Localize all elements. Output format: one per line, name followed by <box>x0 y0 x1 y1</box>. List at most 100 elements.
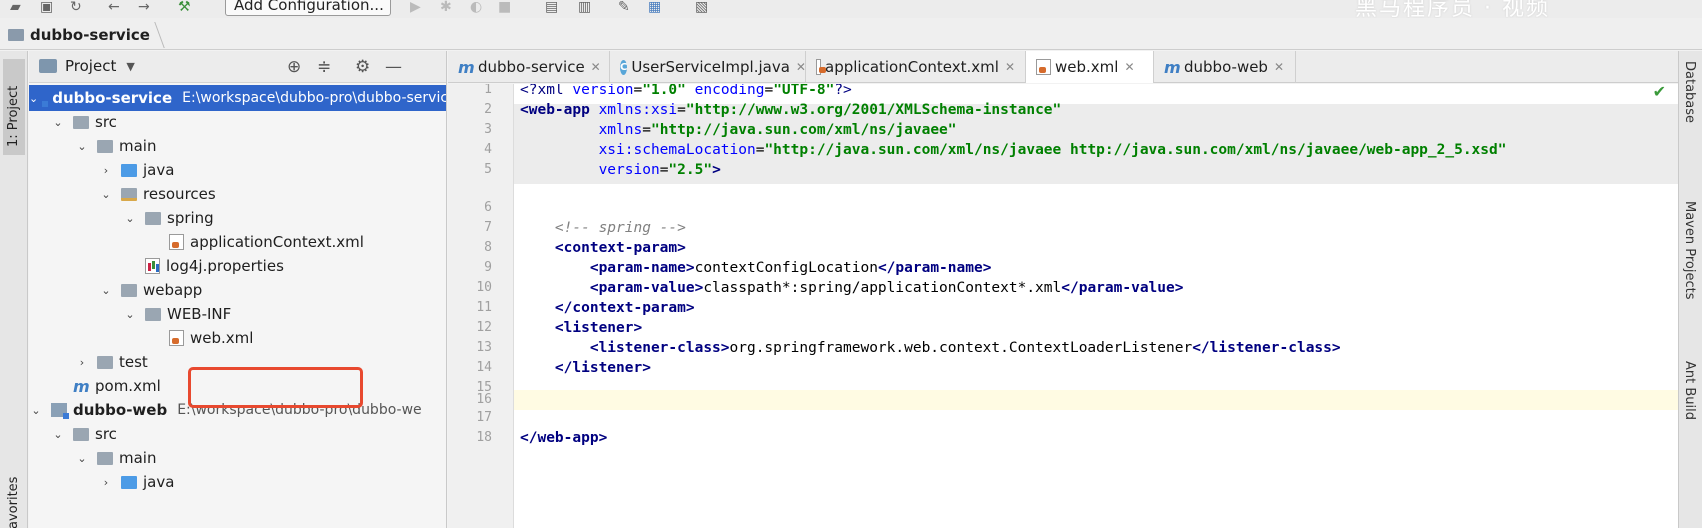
folder-icon <box>145 307 161 321</box>
vcs-icon[interactable]: ▦ <box>648 0 661 14</box>
tab-applicationcontext-xml[interactable]: applicationContext.xml ✕ <box>806 51 1026 83</box>
project-panel: Project ▼ ⊕ ≑ ⚙ — ⌄ dubbo-service E:\wor… <box>29 51 447 528</box>
tree-item-resources[interactable]: ⌄ resources <box>29 181 446 207</box>
chevron-right-icon[interactable]: › <box>99 476 113 489</box>
project-panel-title: Project <box>65 57 117 75</box>
chevron-down-icon[interactable]: ⌄ <box>123 308 137 321</box>
code-editor[interactable]: 1 2 3 4 5 6 7 8 9 10 11 12 13 14 15 16 1… <box>448 84 1678 528</box>
tree-item-web-xml[interactable]: web.xml <box>29 325 446 351</box>
tree-item-web-inf[interactable]: ⌄ WEB-INF <box>29 301 446 327</box>
collapse-all-icon[interactable]: ≑ <box>317 57 331 77</box>
breadcrumb-project[interactable]: dubbo-service <box>8 24 150 46</box>
tab-label: applicationContext.xml <box>825 58 999 76</box>
code-line-18: </web-app> <box>520 430 608 446</box>
chevron-down-icon[interactable]: ⌄ <box>75 140 89 153</box>
add-configuration-button[interactable]: Add Configuration... <box>225 0 391 16</box>
chevron-down-icon[interactable]: ⌄ <box>51 428 65 441</box>
close-icon[interactable]: ✕ <box>591 60 601 74</box>
line-number: 18 <box>476 430 492 445</box>
chevron-down-icon: ▼ <box>126 59 135 73</box>
tree-item-spring[interactable]: ⌄ spring <box>29 205 446 231</box>
run-icon[interactable]: ▶ <box>410 0 421 14</box>
tab-userserviceimpl-java[interactable]: C UserServiceImpl.java ✕ <box>610 51 806 83</box>
tree-item-main[interactable]: ⌄ main <box>29 445 446 471</box>
coverage-icon[interactable]: ◐ <box>470 0 482 14</box>
tab-dubbo-service[interactable]: m dubbo-service ✕ <box>448 51 610 83</box>
xml-file-icon <box>816 59 826 75</box>
line-number: 2 <box>484 102 492 117</box>
resources-folder-icon <box>121 187 137 201</box>
database-tool-tab[interactable]: Database <box>1682 61 1697 123</box>
tree-item-label: main <box>119 137 157 155</box>
breadcrumb: dubbo-service <box>0 18 1702 50</box>
tab-web-xml[interactable]: web.xml ✕ <box>1026 51 1154 83</box>
terminal-icon[interactable]: ▧ <box>695 0 708 14</box>
tree-item-src[interactable]: ⌄ src <box>29 421 446 447</box>
tab-dubbo-web[interactable]: m dubbo-web ✕ <box>1154 51 1296 83</box>
wrench-icon[interactable]: ✎ <box>618 0 630 14</box>
close-icon[interactable]: ✕ <box>1124 60 1134 74</box>
editor-tabs: m dubbo-service ✕ C UserServiceImpl.java… <box>448 51 1702 83</box>
back-icon[interactable]: ← <box>108 0 120 14</box>
favorites-tool-tab[interactable]: avorites <box>6 477 21 528</box>
code-line-8: <!-- spring --> <box>520 220 686 236</box>
forward-icon[interactable]: → <box>138 0 150 14</box>
chevron-down-icon[interactable]: ⌄ <box>99 188 113 201</box>
project-structure-icon[interactable]: ▤ <box>545 0 558 14</box>
tree-item-dubbo-service[interactable]: ⌄ dubbo-service E:\workspace\dubbo-pro\d… <box>29 85 446 111</box>
project-panel-header: Project ▼ ⊕ ≑ ⚙ — <box>29 51 446 83</box>
chevron-down-icon[interactable]: ⌄ <box>29 92 38 105</box>
sdk-icon[interactable]: ▥ <box>578 0 591 14</box>
open-folder-icon[interactable]: ▰ <box>10 0 21 14</box>
watermark: 黑马程序员 · 视频 <box>1355 0 1550 18</box>
inspection-ok-icon[interactable]: ✔ <box>1653 84 1666 101</box>
chevron-down-icon[interactable]: ⌄ <box>29 404 43 417</box>
close-icon[interactable]: ✕ <box>1274 60 1284 74</box>
tree-item-log4j-properties[interactable]: log4j.properties <box>29 253 446 279</box>
chevron-down-icon[interactable]: ⌄ <box>123 212 137 225</box>
main-toolbar: ▰ ▣ ↻ ← → ⚒ Add Configuration... ▶ ✱ ◐ ■… <box>0 0 1702 18</box>
close-icon[interactable]: ✕ <box>796 60 806 74</box>
tree-item-java[interactable]: › java <box>29 469 446 495</box>
maven-icon: m <box>73 376 90 396</box>
hide-panel-icon[interactable]: — <box>385 57 402 77</box>
chevron-down-icon[interactable]: ⌄ <box>75 452 89 465</box>
chevron-right-icon[interactable]: › <box>99 164 113 177</box>
left-tool-strip: 1: Project avorites <box>0 51 28 528</box>
gear-icon[interactable]: ⚙ <box>355 57 370 77</box>
tree-item-label: test <box>119 353 148 371</box>
tree-item-label: src <box>95 425 117 443</box>
project-tool-tab-label: 1: Project <box>6 85 21 147</box>
chevron-right-icon[interactable]: › <box>75 356 89 369</box>
tree-item-java[interactable]: › java <box>29 157 446 183</box>
class-icon: C <box>620 59 628 75</box>
maven-projects-tool-tab[interactable]: Maven Projects <box>1682 201 1697 300</box>
stop-icon[interactable]: ■ <box>498 0 511 14</box>
close-icon[interactable]: ✕ <box>1005 60 1015 74</box>
code-line-3: xmlns="http://java.sun.com/xml/ns/javaee… <box>598 122 957 138</box>
project-view-selector[interactable]: Project ▼ <box>39 57 135 75</box>
tree-item-main[interactable]: ⌄ main <box>29 133 446 159</box>
code-line-12: </context-param> <box>520 300 695 316</box>
code-line-14: <listener-class>org.springframework.web.… <box>520 340 1341 356</box>
locate-icon[interactable]: ⊕ <box>287 57 301 77</box>
ant-build-tool-tab[interactable]: Ant Build <box>1682 361 1697 420</box>
tree-item-applicationcontext-xml[interactable]: applicationContext.xml <box>29 229 446 255</box>
build-hammer-icon[interactable]: ⚒ <box>178 0 191 14</box>
folder-icon <box>73 427 89 441</box>
chevron-down-icon[interactable]: ⌄ <box>51 116 65 129</box>
code-line-1: <?xml version="1.0" encoding="UTF-8"?> <box>520 84 852 98</box>
tree-item-src[interactable]: ⌄ src <box>29 109 446 135</box>
chevron-down-icon[interactable]: ⌄ <box>99 284 113 297</box>
sync-icon[interactable]: ↻ <box>70 0 82 14</box>
folder-icon <box>97 451 113 465</box>
tab-label: web.xml <box>1055 58 1119 76</box>
code-line-9: <context-param> <box>520 240 686 256</box>
line-number: 13 <box>476 340 492 355</box>
debug-icon[interactable]: ✱ <box>440 0 452 14</box>
line-number: 16 <box>476 392 492 407</box>
tree-item-webapp[interactable]: ⌄ webapp <box>29 277 446 303</box>
line-number: 5 <box>484 162 492 177</box>
save-icon[interactable]: ▣ <box>40 0 53 14</box>
tree-item-label: src <box>95 113 117 131</box>
